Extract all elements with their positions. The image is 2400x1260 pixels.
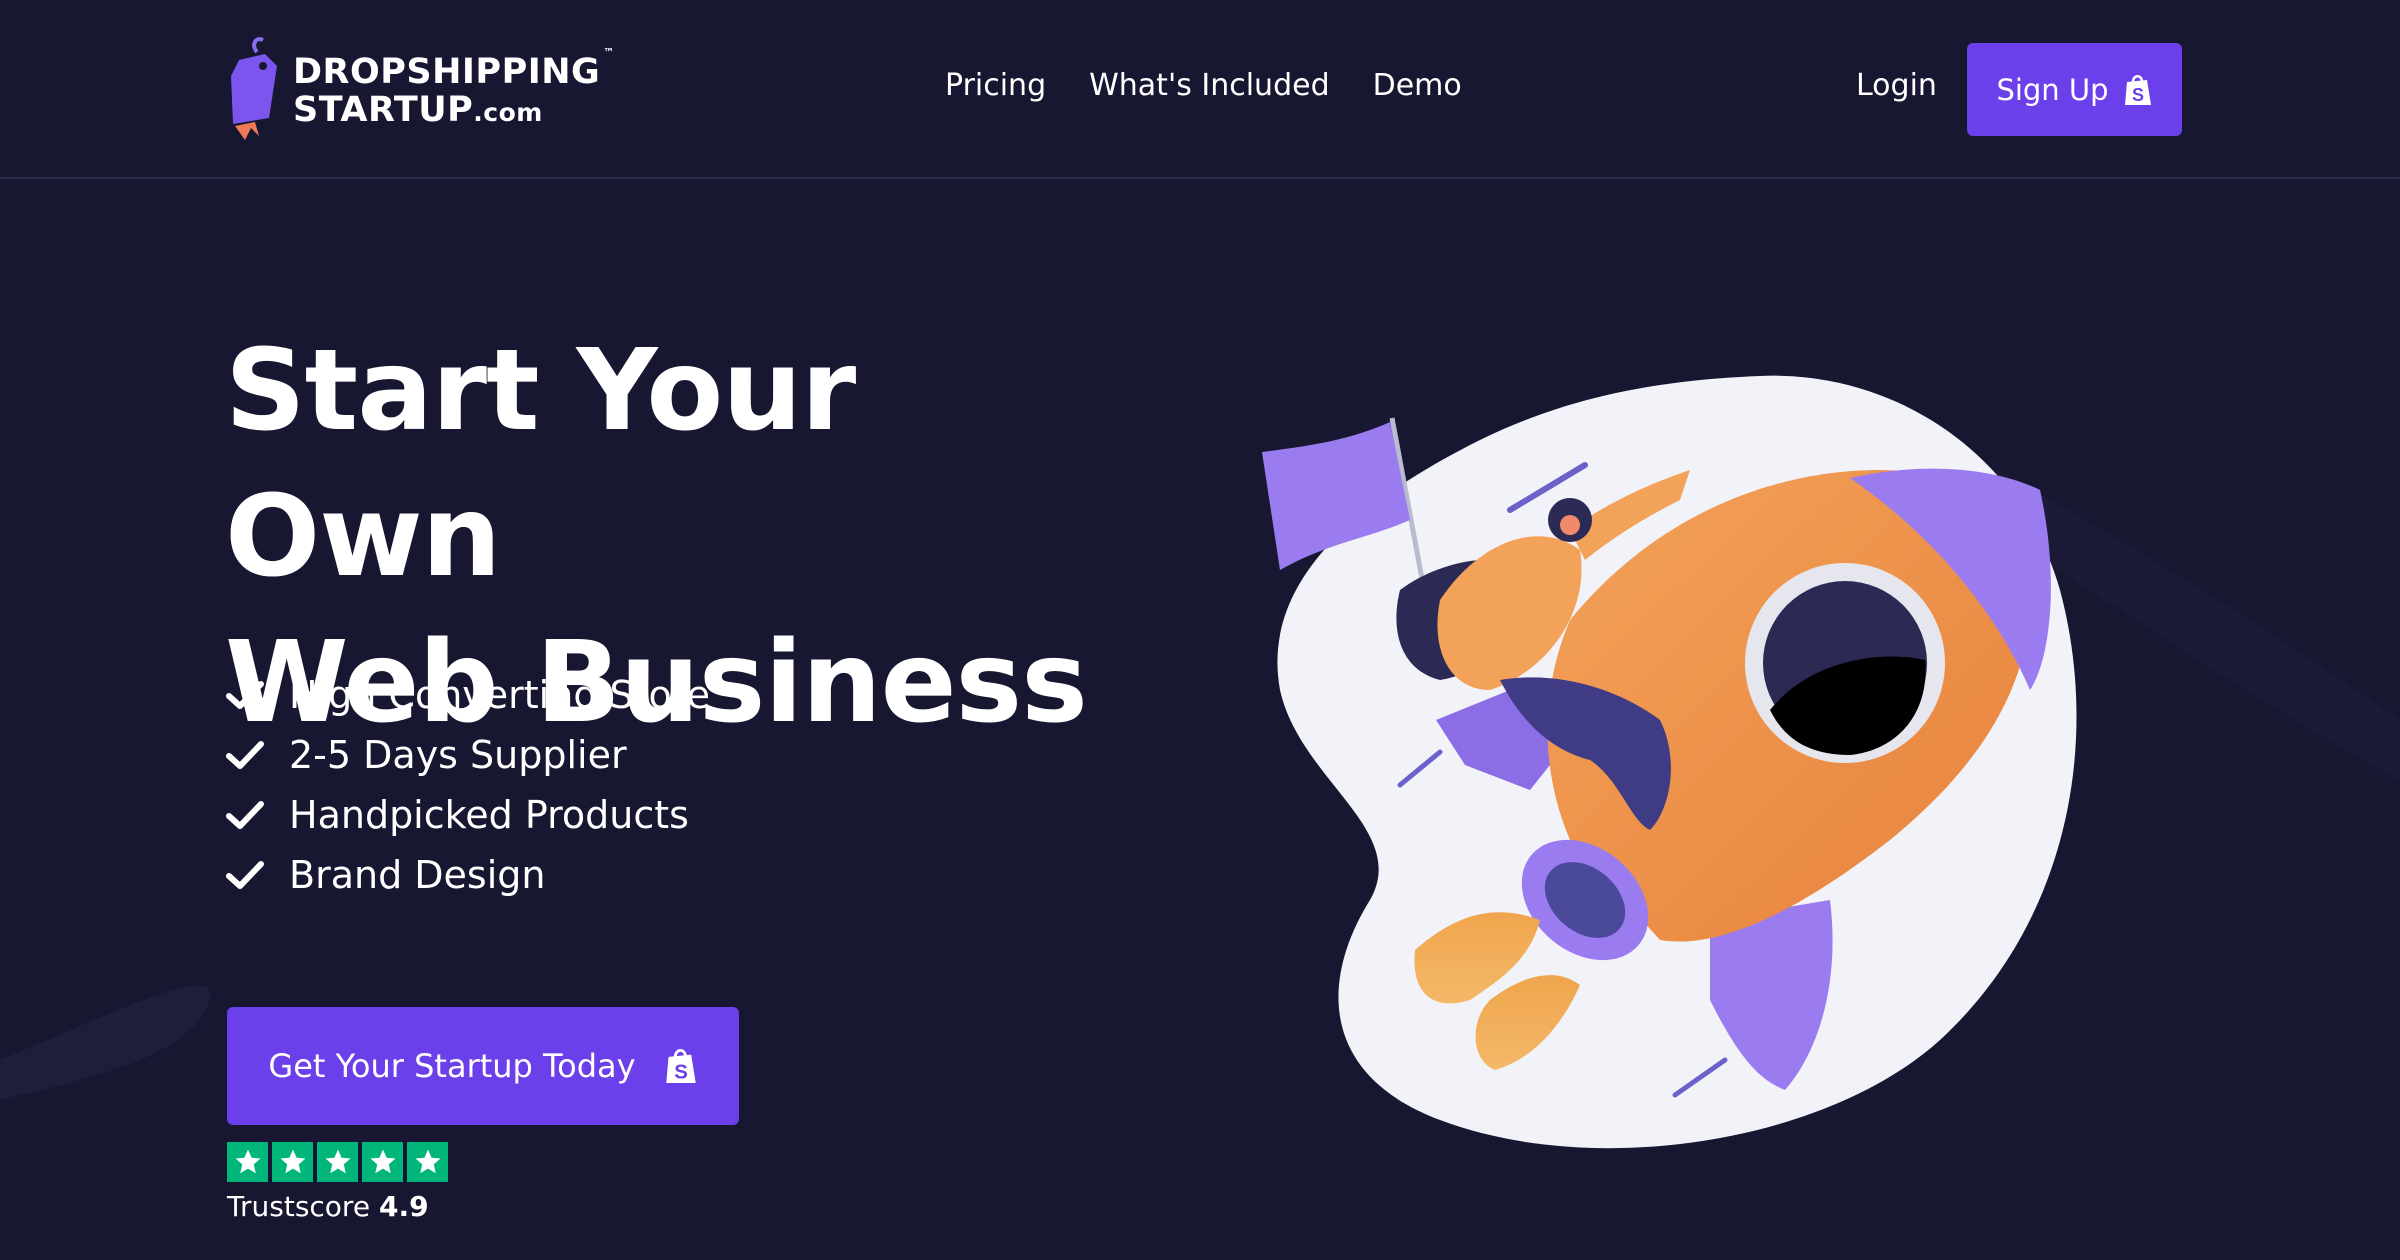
checkmark-icon — [226, 861, 264, 889]
trustscore: Trustscore 4.9 — [227, 1190, 429, 1223]
price-tag-rocket-icon — [231, 37, 277, 140]
login-link[interactable]: Login — [1856, 68, 1937, 103]
star-icon — [317, 1142, 358, 1182]
checkmark-icon — [226, 741, 264, 769]
trustscore-label: Trustscore — [227, 1190, 371, 1223]
feature-label: Brand Design — [289, 853, 546, 897]
feature-item: 2-5 Days Supplier — [225, 725, 710, 785]
feature-label: 2-5 Days Supplier — [289, 733, 627, 777]
hero-headline-line1: Start Your Own — [225, 326, 856, 602]
feature-item: High Converting Store — [225, 665, 710, 725]
trustscore-value: 4.9 — [378, 1190, 429, 1223]
site-header: DROPSHIPPING STARTUP.com ™ Pricing What'… — [0, 0, 2400, 179]
brand-logo[interactable]: DROPSHIPPING STARTUP.com ™ — [225, 36, 614, 146]
trademark-symbol: ™ — [603, 45, 615, 59]
nav-link-demo[interactable]: Demo — [1373, 68, 1462, 103]
svg-text:S: S — [2132, 85, 2144, 105]
trustpilot-stars — [227, 1142, 448, 1182]
shopify-bag-icon: S — [2124, 74, 2151, 105]
star-icon — [362, 1142, 403, 1182]
brand-name-line1: DROPSHIPPING — [293, 51, 601, 92]
get-startup-button[interactable]: Get Your Startup Today S — [227, 1007, 739, 1125]
feature-item: Handpicked Products — [225, 785, 710, 845]
nav-link-whats-included[interactable]: What's Included — [1089, 68, 1329, 103]
nav-link-pricing[interactable]: Pricing — [945, 68, 1046, 103]
feature-item: Brand Design — [225, 845, 710, 905]
feature-label: Handpicked Products — [289, 793, 689, 837]
shopify-bag-icon: S — [665, 1049, 696, 1083]
checkmark-icon — [226, 801, 264, 829]
star-icon — [407, 1142, 448, 1182]
feature-list: High Converting Store 2-5 Days Supplier … — [225, 665, 710, 905]
get-startup-button-label: Get Your Startup Today — [268, 1047, 636, 1085]
star-icon — [272, 1142, 313, 1182]
checkmark-icon — [226, 681, 264, 709]
signup-button[interactable]: Sign Up S — [1967, 43, 2182, 136]
svg-text:S: S — [674, 1061, 688, 1083]
rocket-illustration — [1262, 375, 2077, 1149]
brand-name-line2: STARTUP.com — [293, 89, 543, 130]
star-icon — [227, 1142, 268, 1182]
feature-label: High Converting Store — [289, 673, 710, 717]
signup-button-label: Sign Up — [1996, 72, 2109, 107]
main-nav: Pricing What's Included Demo — [945, 68, 1505, 103]
